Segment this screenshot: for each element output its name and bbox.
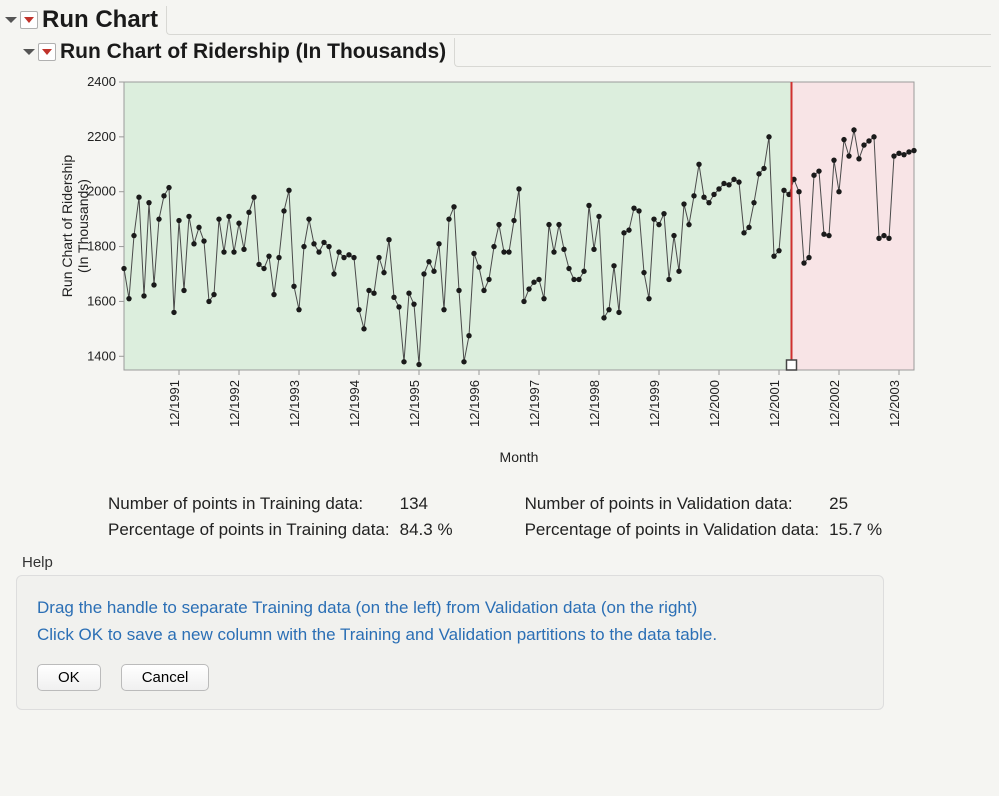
help-panel: Drag the handle to separate Training dat… (16, 575, 884, 710)
valid-pct-label: Percentage of points in Validation data: (525, 518, 828, 542)
svg-text:12/1993: 12/1993 (287, 380, 302, 427)
ok-button[interactable]: OK (37, 664, 101, 691)
svg-text:Month: Month (500, 449, 539, 465)
svg-text:12/1991: 12/1991 (167, 380, 182, 427)
train-pct-value: 84.3 % (400, 518, 461, 542)
svg-text:12/2002: 12/2002 (827, 380, 842, 427)
svg-text:1600: 1600 (87, 293, 116, 308)
panel-rule (166, 6, 991, 35)
svg-text:12/1995: 12/1995 (407, 380, 422, 427)
train-n-value: 134 (400, 492, 461, 516)
svg-text:12/1998: 12/1998 (587, 380, 602, 427)
svg-text:12/1992: 12/1992 (227, 380, 242, 427)
valid-pct-value: 15.7 % (829, 518, 890, 542)
outline-header-run-chart[interactable]: Run Chart (8, 6, 991, 34)
disclosure-icon[interactable] (5, 17, 17, 23)
train-n-label: Number of points in Training data: (108, 492, 398, 516)
run-chart-plot[interactable]: 1400 1600 1800 2000 2200 2400 12/1991 12/1992 12… (54, 70, 924, 470)
svg-text:(In Thousands): (In Thousands) (75, 179, 91, 273)
svg-text:2400: 2400 (87, 74, 116, 89)
hotspot-icon[interactable] (38, 43, 56, 61)
svg-text:12/1999: 12/1999 (647, 380, 662, 427)
partition-handle[interactable] (787, 360, 797, 370)
svg-text:12/2003: 12/2003 (887, 380, 902, 427)
panel-title: Run Chart of Ridership (In Thousands) (60, 40, 446, 64)
help-text-line2: Click OK to save a new column with the T… (37, 621, 863, 648)
panel-title: Run Chart (42, 6, 158, 34)
train-pct-label: Percentage of points in Training data: (108, 518, 398, 542)
svg-text:1400: 1400 (87, 348, 116, 363)
help-text-line1: Drag the handle to separate Training dat… (37, 594, 863, 621)
svg-text:12/2001: 12/2001 (767, 380, 782, 427)
cancel-button[interactable]: Cancel (121, 664, 210, 691)
svg-text:12/1996: 12/1996 (467, 380, 482, 427)
validation-stats: Number of points in Validation data: 25 … (523, 490, 893, 544)
valid-n-label: Number of points in Validation data: (525, 492, 828, 516)
svg-text:12/1997: 12/1997 (527, 380, 542, 427)
help-label: Help (22, 554, 991, 571)
svg-text:12/1994: 12/1994 (347, 380, 362, 427)
svg-text:2200: 2200 (87, 129, 116, 144)
training-stats: Number of points in Training data: 134 P… (106, 490, 463, 544)
hotspot-icon[interactable] (20, 11, 38, 29)
outline-header-ridership[interactable]: Run Chart of Ridership (In Thousands) (26, 38, 991, 66)
svg-text:1800: 1800 (87, 239, 116, 254)
disclosure-icon[interactable] (23, 49, 35, 55)
partition-stats: Number of points in Training data: 134 P… (106, 490, 991, 544)
svg-text:Run Chart of Ridership: Run Chart of Ridership (59, 155, 75, 298)
svg-text:2000: 2000 (87, 184, 116, 199)
valid-n-value: 25 (829, 492, 890, 516)
panel-rule (454, 38, 991, 67)
svg-text:12/2000: 12/2000 (707, 380, 722, 427)
